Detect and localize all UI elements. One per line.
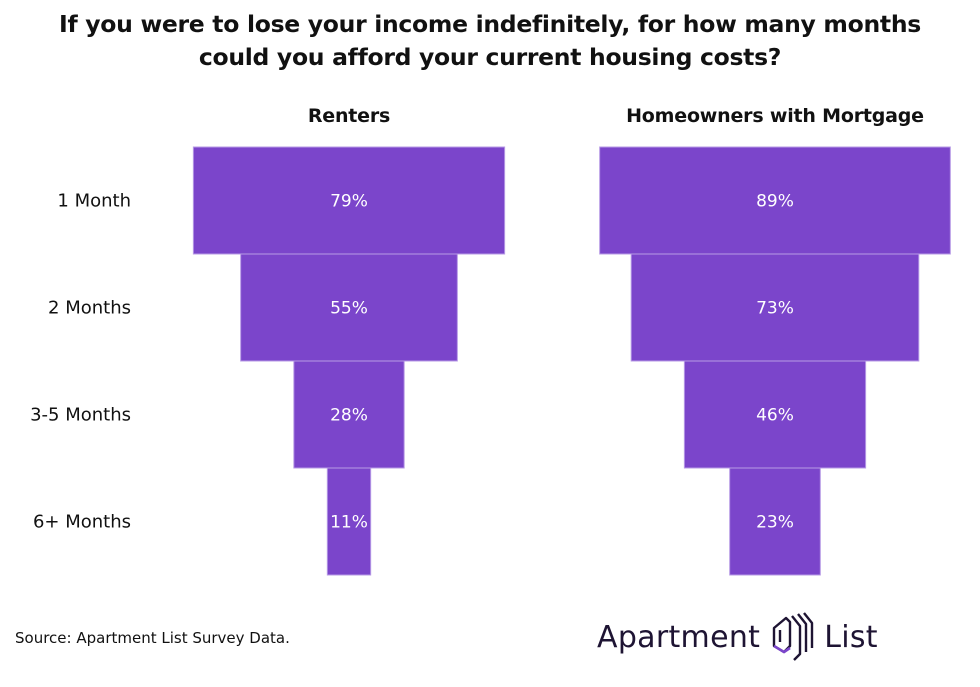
logo-word-list: List <box>824 619 878 655</box>
source-note: Source: Apartment List Survey Data. <box>15 629 290 647</box>
bar-value-label: 79% <box>330 192 368 212</box>
bar-value-label: 73% <box>756 299 794 319</box>
bar-value-label: 23% <box>756 513 794 533</box>
bar-value-label: 28% <box>330 406 368 426</box>
bar-value-label: 89% <box>756 192 794 212</box>
funnel-chart: 1 Month 2 Months 3-5 Months 6+ Months 79% 55%… <box>30 146 951 576</box>
apartment-list-logo: Apartment List <box>597 612 878 662</box>
series-renters: 79% 55% 28% 11% <box>192 146 506 576</box>
row-label-2-months: 2 Months <box>48 298 131 319</box>
bar-value-label: 46% <box>756 406 794 426</box>
row-label-1-month: 1 Month <box>57 191 131 212</box>
bar-value-label: 11% <box>330 513 368 533</box>
logo-word-apartment: Apartment <box>597 619 761 655</box>
row-label-3-5-months: 3-5 Months <box>30 405 131 426</box>
series-homeowners-with-mortgage: 89% 73% 46% 23% <box>599 146 951 576</box>
bar-value-label: 55% <box>330 299 368 319</box>
row-label-6-months: 6+ Months <box>33 512 131 533</box>
apartment-list-house-icon <box>773 612 814 661</box>
